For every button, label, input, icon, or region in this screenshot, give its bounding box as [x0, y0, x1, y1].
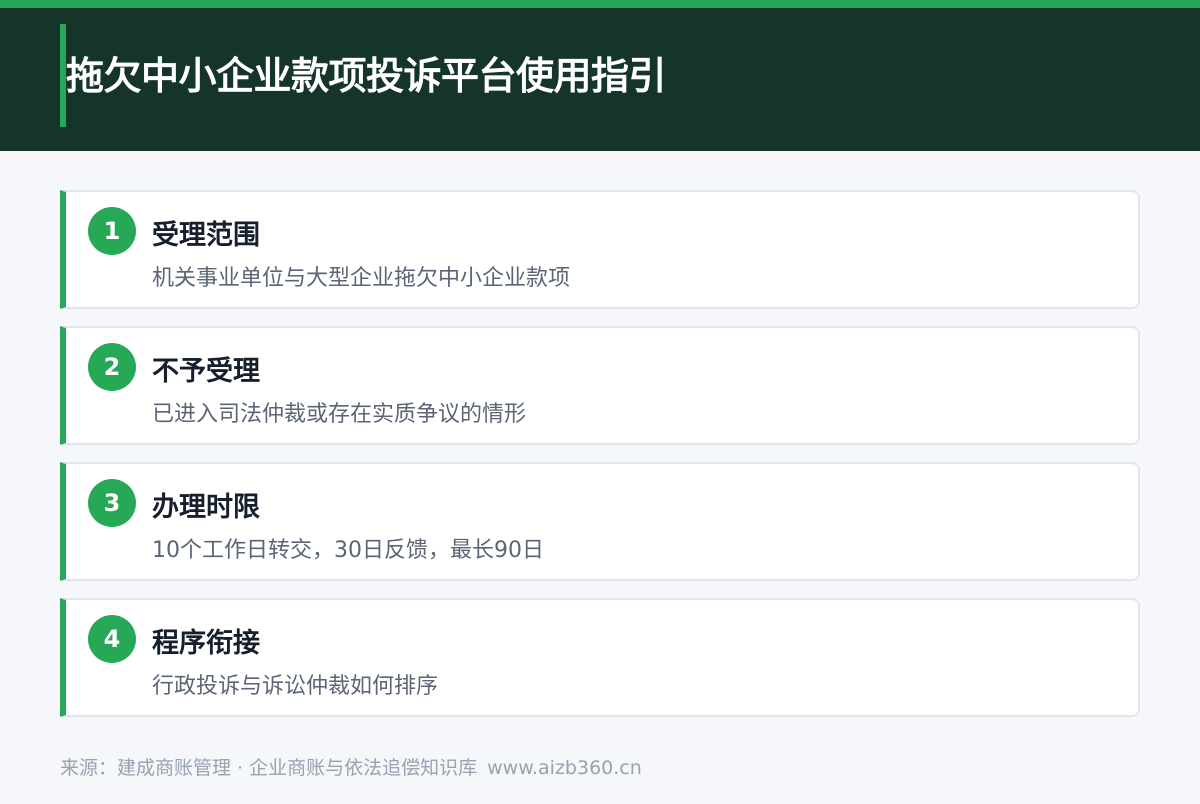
step-number-badge: 3 — [88, 479, 136, 527]
step-title: 程序衔接 — [152, 628, 260, 659]
step-card: 3 办理时限 10个工作日转交，30日反馈，最长90日 — [60, 462, 1140, 581]
step-card: 1 受理范围 机关事业单位与大型企业拖欠中小企业款项 — [60, 190, 1140, 309]
website-url: www.aizb360.cn — [487, 757, 642, 779]
step-number-badge: 1 — [88, 207, 136, 255]
step-number-badge: 2 — [88, 343, 136, 391]
step-description: 行政投诉与诉讼仲裁如何排序 — [152, 674, 439, 699]
step-description: 10个工作日转交，30日反馈，最长90日 — [152, 538, 544, 563]
step-title: 不予受理 — [152, 356, 260, 387]
step-number-badge: 4 — [88, 615, 136, 663]
step-card-list: 1 受理范围 机关事业单位与大型企业拖欠中小企业款项 2 不予受理 已进入司法仲… — [60, 190, 1140, 734]
step-title: 办理时限 — [152, 492, 260, 523]
footer: 来源：建成商账管理 · 企业商账与依法追偿知识库 www.aizb360.cn — [60, 754, 642, 782]
page-title: 拖欠中小企业款项投诉平台使用指引 — [66, 54, 667, 98]
page-header: 拖欠中小企业款项投诉平台使用指引 — [0, 8, 1200, 151]
step-description: 已进入司法仲裁或存在实质争议的情形 — [152, 402, 527, 427]
step-card: 4 程序衔接 行政投诉与诉讼仲裁如何排序 — [60, 598, 1140, 717]
source-attribution: 来源：建成商账管理 · 企业商账与依法追偿知识库 — [60, 757, 478, 779]
top-accent-strip — [0, 0, 1200, 8]
step-card: 2 不予受理 已进入司法仲裁或存在实质争议的情形 — [60, 326, 1140, 445]
step-description: 机关事业单位与大型企业拖欠中小企业款项 — [152, 266, 571, 291]
step-title: 受理范围 — [152, 220, 260, 251]
